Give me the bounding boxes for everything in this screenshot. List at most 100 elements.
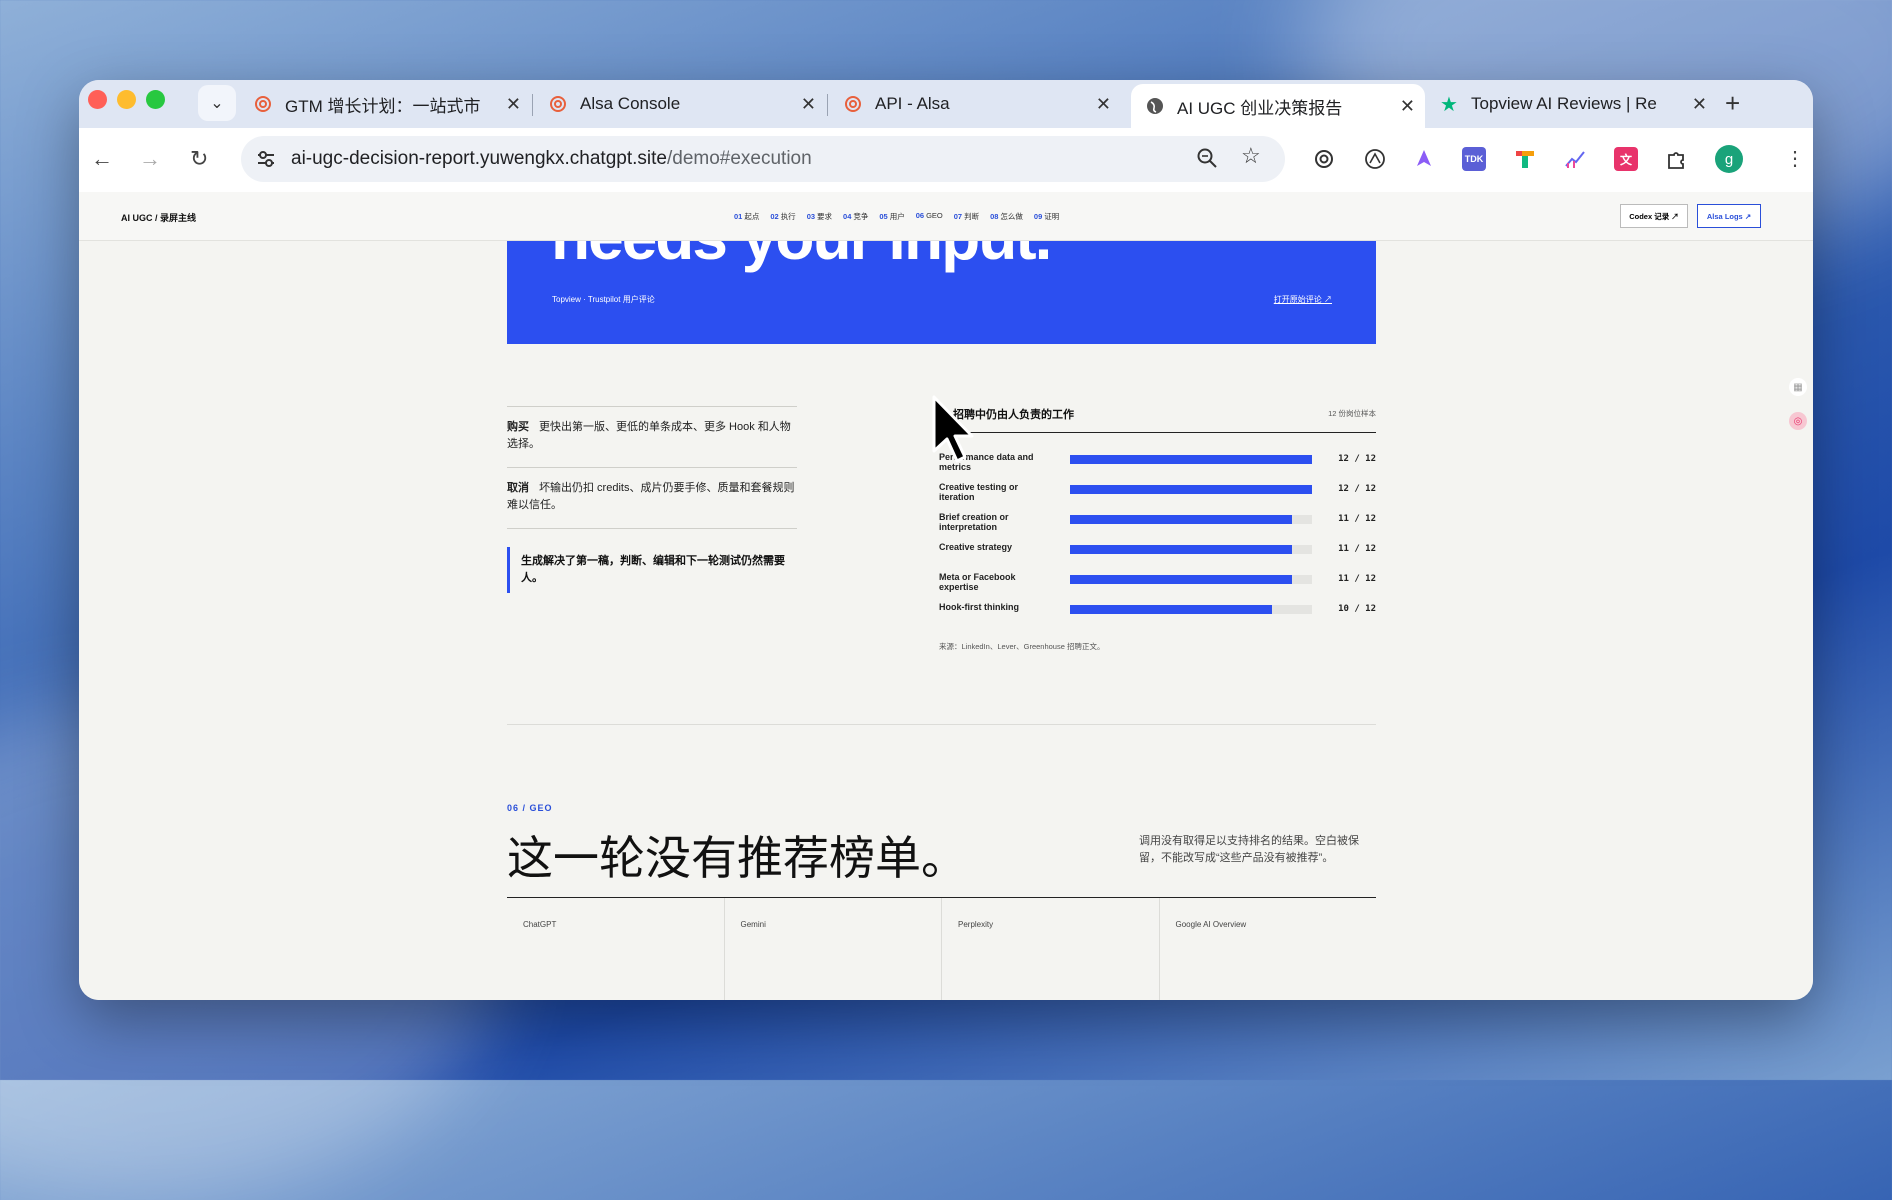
section-nav: 01 起点 02 执行 03 要求 04 竞争 05 用户 06 GEO 07 判断 08 怎么做 09 证明: [734, 211, 1059, 222]
nav-item-label: 竞争: [853, 212, 869, 221]
side-translate-icon[interactable]: ◎: [1789, 412, 1807, 430]
bar: [1070, 545, 1292, 554]
engine-perplexity: Perplexity: [942, 898, 1160, 1000]
tab-separator: [532, 94, 533, 116]
t-extension-icon[interactable]: [1513, 147, 1537, 171]
banner-source: Topview · Trustpilot 用户评论: [552, 295, 655, 304]
new-tab-button[interactable]: +: [1725, 88, 1740, 119]
takeaway-quote: 生成解决了第一稿，判断、编辑和下一轮测试仍然需要人。: [507, 547, 797, 593]
bar-label: Creative strategy: [939, 542, 1013, 552]
chart-row: Performance data and metrics 12 / 12: [939, 452, 1376, 485]
chart-row: Hook-first thinking 10 / 12: [939, 602, 1376, 635]
url-path: /demo#execution: [666, 148, 812, 169]
nav-item-05[interactable]: 05 用户: [879, 211, 904, 222]
bar: [1070, 485, 1312, 494]
nav-item-03[interactable]: 03 要求: [807, 211, 832, 222]
reason-text: 坏输出仍扣 credits、成片仍要手修、质量和套餐规则难以信任。: [507, 482, 795, 511]
close-icon[interactable]: ✕: [1400, 96, 1415, 117]
bar: [1070, 515, 1292, 524]
nav-item-label: 起点: [744, 212, 760, 221]
nav-item-number: 04: [843, 212, 852, 221]
nav-item-04[interactable]: 04 竞争: [843, 211, 868, 222]
codex-log-button[interactable]: Codex 记录 ↗: [1620, 204, 1688, 228]
site-settings-icon[interactable]: [255, 148, 277, 170]
nav-item-08[interactable]: 08 怎么做: [990, 211, 1023, 222]
open-original-reviews-link[interactable]: 打开原始评论 ↗: [1274, 294, 1332, 305]
nav-item-label: 用户: [889, 212, 905, 221]
engine-columns: ChatGPT Gemini Perplexity Google AI Over…: [507, 897, 1376, 1000]
tab-strip: ⌄ GTM 增长计划：一站式市 ✕ Alsa Console ✕ API - A…: [79, 80, 1813, 128]
reason-key: 取消: [507, 482, 529, 494]
minimize-window-button[interactable]: [117, 90, 136, 109]
url-host: ai-ugc-decision-report.yuwengkx.chatgpt.…: [291, 148, 667, 169]
url-text[interactable]: ai-ugc-decision-report.yuwengkx.chatgpt.…: [291, 148, 812, 170]
tab-api-alsa[interactable]: API - Alsa ✕: [829, 86, 1121, 122]
reason-key: 购买: [507, 421, 529, 433]
nav-item-label: 判断: [964, 212, 980, 221]
bar-value-label: 12 / 12: [1338, 484, 1376, 494]
section-title: 这一轮没有推荐榜单。: [507, 832, 967, 884]
profile-avatar[interactable]: g: [1715, 145, 1743, 173]
puzzle-extensions-icon[interactable]: [1664, 147, 1688, 171]
analytics-extension-icon[interactable]: [1563, 147, 1587, 171]
engine-chatgpt: ChatGPT: [507, 898, 725, 1000]
close-icon[interactable]: ✕: [1096, 94, 1111, 115]
nav-item-number: 05: [879, 212, 888, 221]
tdk-extension-icon[interactable]: TDK: [1462, 147, 1486, 171]
purple-extension-icon[interactable]: [1412, 147, 1436, 171]
bar-track: [1070, 485, 1312, 494]
chart-row: Brief creation or interpretation 11 / 12: [939, 512, 1376, 545]
more-menu-icon[interactable]: ⋮: [1785, 146, 1805, 171]
nav-item-number: 07: [953, 212, 963, 221]
reload-icon[interactable]: ↻: [190, 146, 208, 172]
bar-track: [1070, 545, 1312, 554]
address-bar[interactable]: ai-ugc-decision-report.yuwengkx.chatgpt.…: [241, 136, 1285, 182]
engine-google-ai-overview: Google AI Overview: [1175, 920, 1247, 929]
back-arrow-icon[interactable]: ←: [91, 146, 113, 172]
site-brand[interactable]: AI UGC / 录屏主线: [121, 211, 196, 224]
nav-item-01[interactable]: 01 起点: [734, 211, 759, 222]
mouse-cursor-icon: [932, 395, 974, 463]
tab-label: GTM 增长计划：一站式市: [285, 96, 480, 116]
chart-row: Creative strategy 11 / 12: [939, 542, 1376, 575]
nav-item-07[interactable]: 07 判断: [954, 211, 979, 222]
tab-topview-reviews[interactable]: ★ Topview AI Reviews | Re ✕: [1425, 86, 1717, 122]
tab-alsa-console[interactable]: Alsa Console ✕: [534, 86, 826, 122]
alsa-logs-button[interactable]: Alsa Logs ↗: [1697, 204, 1761, 228]
bar-track: [1070, 605, 1312, 614]
hiring-tasks-chart: 招聘中仍由人负责的工作 12 份岗位样本 Performance data an…: [939, 406, 1376, 652]
nav-item-02[interactable]: 02 执行: [770, 211, 795, 222]
side-tool-icon[interactable]: ▦: [1789, 378, 1807, 396]
divider: [507, 528, 797, 529]
bar-track: [1070, 575, 1312, 584]
nav-item-label: 要求: [817, 212, 833, 221]
nav-item-06[interactable]: 06 GEO: [916, 211, 943, 222]
close-icon[interactable]: ✕: [506, 94, 521, 115]
close-window-button[interactable]: [88, 90, 107, 109]
nav-item-09[interactable]: 09 证明: [1034, 211, 1059, 222]
bar: [1070, 455, 1312, 464]
section-divider: [507, 724, 1376, 725]
chatgpt-extension-icon[interactable]: [1312, 147, 1336, 171]
openai-icon: [548, 94, 568, 114]
bar-label: Hook-first thinking: [939, 602, 1019, 612]
tab-separator: [827, 94, 828, 116]
nav-item-number: 03: [806, 212, 816, 221]
chart-sample-note: 12 份岗位样本: [1328, 409, 1376, 418]
close-icon[interactable]: ✕: [1692, 94, 1707, 115]
tab-search-button[interactable]: ⌄: [198, 85, 236, 121]
close-icon[interactable]: ✕: [801, 94, 816, 115]
browser-toolbar: ← → ↻ ai-ugc-decision-report.yuwengkx.ch…: [79, 128, 1813, 193]
bookmark-star-icon[interactable]: ☆: [1241, 143, 1261, 169]
tab-gtm[interactable]: GTM 增长计划：一站式市 ✕: [239, 86, 531, 122]
tab-ai-ugc-report[interactable]: AI UGC 创业决策报告 ✕: [1131, 84, 1425, 128]
maximize-window-button[interactable]: [146, 90, 165, 109]
forward-arrow-icon[interactable]: →: [139, 146, 161, 172]
bar: [1070, 605, 1272, 614]
zoom-icon[interactable]: [1196, 147, 1218, 175]
compass-extension-icon[interactable]: [1363, 147, 1387, 171]
nav-item-number: 08: [990, 212, 999, 221]
translate-extension-icon[interactable]: 文: [1614, 147, 1638, 171]
tab-label: Alsa Console: [580, 94, 681, 113]
bar-track: [1070, 455, 1312, 464]
